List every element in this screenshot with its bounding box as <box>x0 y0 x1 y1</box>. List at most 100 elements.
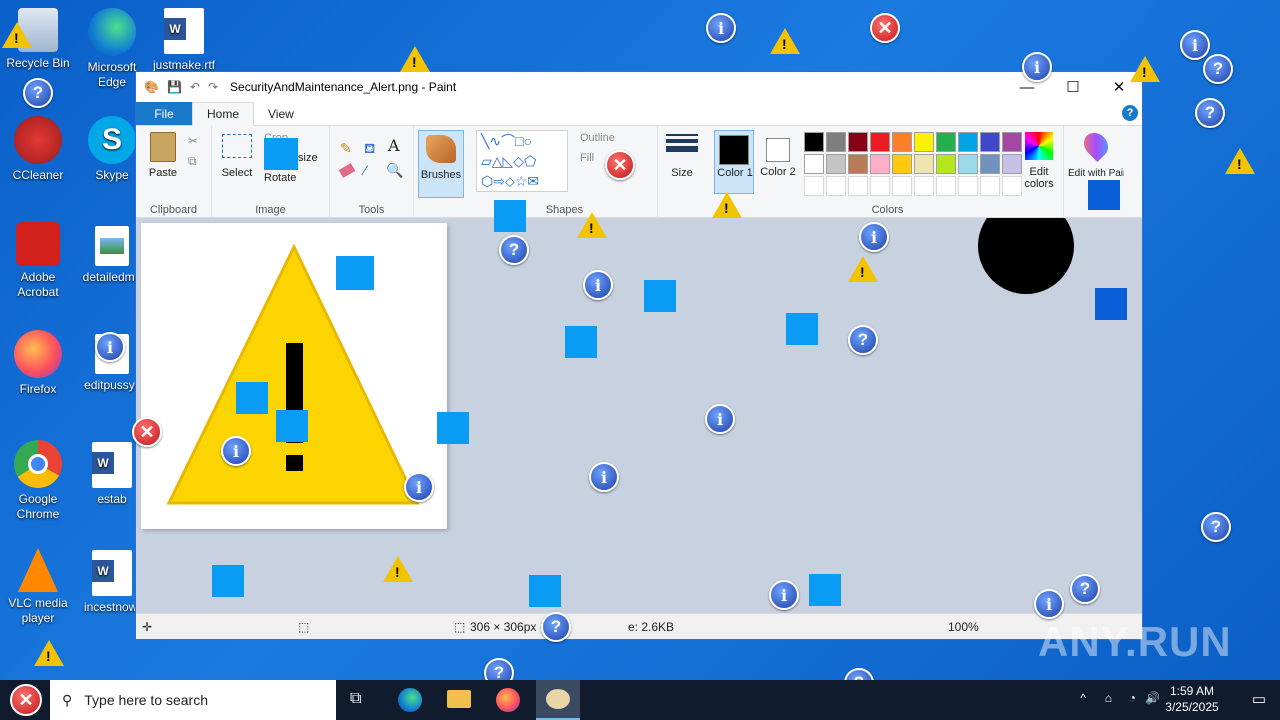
palette-swatch[interactable] <box>936 154 956 174</box>
desktop-icon-firefox[interactable]: Firefox <box>0 330 76 397</box>
palette-swatch[interactable] <box>848 154 868 174</box>
palette-swatch-empty[interactable] <box>870 176 890 196</box>
palette-swatch-empty[interactable] <box>980 176 1000 196</box>
palette-swatch-empty[interactable] <box>936 176 956 196</box>
palette-swatch-empty[interactable] <box>804 176 824 196</box>
edge-taskbar-icon[interactable] <box>398 688 422 712</box>
brush-icon <box>426 135 456 163</box>
desktop-icon-justmake[interactable]: W justmake.rtf <box>146 8 222 73</box>
tools-group-label: Tools <box>358 204 385 216</box>
outline-button[interactable]: Outline <box>580 132 615 144</box>
brushes-button[interactable]: Brushes <box>418 130 464 198</box>
palette-swatch-empty[interactable] <box>826 176 846 196</box>
cursor-position-icon: ✛ <box>142 620 153 634</box>
tab-home[interactable]: Home <box>192 102 255 126</box>
pencil-icon[interactable]: ✎ <box>340 140 352 157</box>
palette-swatch[interactable] <box>980 132 1000 152</box>
edit-colors-label: Edit colors <box>1024 166 1054 190</box>
desktop-icon-chrome[interactable]: Google Chrome <box>0 440 76 522</box>
select-button[interactable]: Select <box>220 132 254 194</box>
firefox-taskbar-icon[interactable] <box>496 688 520 712</box>
palette-swatch[interactable] <box>826 154 846 174</box>
color2-swatch <box>766 138 790 162</box>
desktop-icon-label: Adobe Acrobat <box>17 270 59 299</box>
paste-label: Paste <box>148 167 178 179</box>
palette-swatch[interactable] <box>892 154 912 174</box>
palette-swatch-empty[interactable] <box>848 176 868 196</box>
color-picker-icon[interactable]: ⁄ <box>364 162 366 178</box>
fill-bucket-icon[interactable]: ⛾ <box>364 140 375 159</box>
paste-button[interactable]: Paste <box>144 132 182 194</box>
color1-button[interactable]: Color 1 <box>714 130 754 194</box>
palette-swatch[interactable] <box>870 132 890 152</box>
text-tool-icon[interactable]: A <box>388 136 400 155</box>
warning-icon <box>577 212 607 238</box>
notification-icon[interactable]: ▭ <box>1252 690 1266 708</box>
glitch-square <box>565 326 597 358</box>
palette-swatch[interactable] <box>848 132 868 152</box>
save-icon[interactable]: 💾 <box>167 80 182 94</box>
warning-triangle-image <box>166 243 420 505</box>
chevron-up-icon[interactable]: ^ <box>1080 691 1086 705</box>
undo-icon[interactable]: ↶ <box>190 80 200 94</box>
redo-icon[interactable]: ↷ <box>208 80 218 94</box>
title-bar[interactable]: 🎨 💾 ↶ ↷ SecurityAndMaintenance_Alert.png… <box>136 72 1142 102</box>
palette-swatch-empty[interactable] <box>958 176 978 196</box>
glitch-square <box>236 382 268 414</box>
image-size-icon: ⬚ <box>454 620 466 634</box>
wifi-icon[interactable]: ◔ <box>1129 691 1136 705</box>
volume-icon[interactable]: 🔊 <box>1145 691 1160 705</box>
palette-swatch[interactable] <box>870 154 890 174</box>
palette-swatch[interactable] <box>958 132 978 152</box>
drawing-canvas[interactable] <box>141 223 447 529</box>
shapes-gallery[interactable]: ╲∿⌒□○ ▱△◺◇⬠ ⬡⇨⬦☆✉ <box>476 130 568 192</box>
search-box[interactable]: ⚲ Type here to search <box>50 680 336 720</box>
eraser-icon[interactable] <box>338 163 356 178</box>
image-file-icon <box>95 334 129 374</box>
edge-icon <box>88 8 136 56</box>
minimize-button[interactable]: — <box>1004 72 1050 102</box>
window-title: SecurityAndMaintenance_Alert.png - Paint <box>230 80 457 94</box>
palette-swatch[interactable] <box>980 154 1000 174</box>
copy-icon[interactable]: ⧉ <box>188 154 197 169</box>
palette-swatch[interactable] <box>936 132 956 152</box>
paint-taskbar-icon[interactable] <box>536 680 580 720</box>
clipboard-group: Paste ✂ ⧉ Clipboard <box>136 126 212 218</box>
tab-view[interactable]: View <box>254 102 308 125</box>
clock-time: 1:59 AM <box>1169 684 1215 698</box>
desktop-icon-vlc[interactable]: VLC media player <box>0 548 76 626</box>
palette-swatch[interactable] <box>892 132 912 152</box>
cut-icon[interactable]: ✂ <box>188 134 198 148</box>
desktop-icon-ccleaner[interactable]: CCleaner <box>0 116 76 183</box>
file-explorer-icon[interactable] <box>447 690 471 708</box>
fill-button[interactable]: Fill <box>580 152 594 164</box>
start-error-icon[interactable]: ✕ <box>10 684 42 716</box>
palette-swatch[interactable] <box>958 154 978 174</box>
question-icon: ? <box>1201 512 1231 542</box>
desktop-icon-acrobat[interactable]: Adobe Acrobat <box>0 222 76 300</box>
maximize-button[interactable]: ☐ <box>1050 72 1096 102</box>
clock[interactable]: 1:59 AM 3/25/2025 <box>1162 683 1222 715</box>
size-button[interactable]: Size <box>662 132 702 194</box>
tab-file[interactable]: File <box>136 102 192 125</box>
network-icon[interactable]: ⌂ <box>1105 691 1112 705</box>
color2-button[interactable]: Color 2 <box>758 130 798 194</box>
palette-swatch[interactable] <box>804 132 824 152</box>
help-icon[interactable]: ? <box>1122 105 1138 121</box>
edit-colors-button[interactable]: Edit colors <box>1018 130 1060 194</box>
skype-icon: S <box>88 116 136 164</box>
palette-swatch[interactable] <box>914 132 934 152</box>
palette-swatch[interactable] <box>914 154 934 174</box>
palette-swatch-empty[interactable] <box>914 176 934 196</box>
color1-label: Color 1 <box>717 167 753 179</box>
magnifier-icon[interactable]: 🔍 <box>386 162 403 179</box>
clock-date: 3/25/2025 <box>1165 700 1219 714</box>
palette-swatch-empty[interactable] <box>892 176 912 196</box>
black-circle <box>978 218 1074 294</box>
question-icon: ? <box>23 78 53 108</box>
palette-swatch[interactable] <box>826 132 846 152</box>
quick-access-toolbar: 🎨 💾 ↶ ↷ <box>136 80 218 94</box>
task-view-icon[interactable]: ⧉ <box>350 690 361 708</box>
rotate-button[interactable]: Rotate <box>264 172 296 184</box>
palette-swatch[interactable] <box>804 154 824 174</box>
